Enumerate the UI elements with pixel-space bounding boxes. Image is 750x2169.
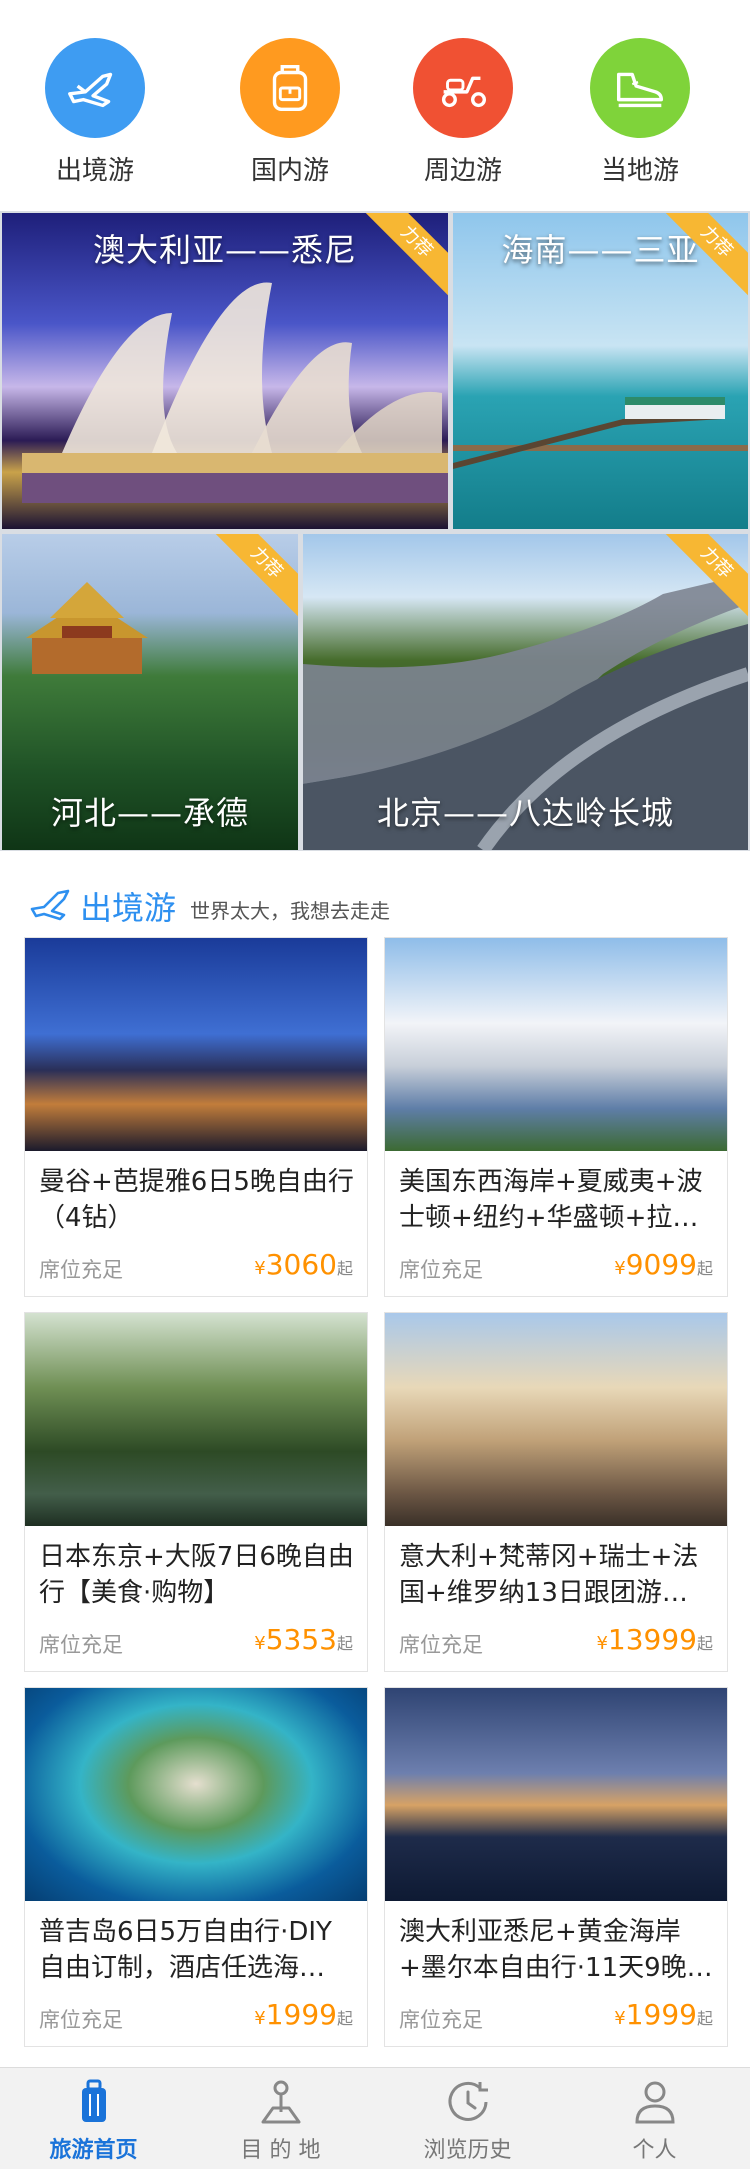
- availability-text: 席位充足: [39, 2008, 123, 2032]
- category-bar: 出境游 国内游 周边游 当地游: [0, 0, 750, 210]
- tab-label: 个人: [632, 2138, 677, 2163]
- featured-tile-sanya[interactable]: 海南——三亚 力荐: [453, 213, 748, 529]
- product-card[interactable]: 日本东京+大阪7日6晚自由行【美食·购物】 席位充足 ¥5353起: [24, 1312, 368, 1672]
- tab-label: 旅游首页: [49, 2138, 138, 2163]
- tab-profile[interactable]: 个人: [561, 2076, 748, 2164]
- featured-title: 北京——八达岭长城: [376, 794, 674, 832]
- user-icon: [634, 2081, 675, 2124]
- backpack-icon: [240, 38, 340, 138]
- bottom-tab-bar: 旅游首页 目 的 地 浏览历史 个人: [0, 2067, 750, 2169]
- category-label: 出境游: [55, 156, 134, 186]
- product-title: 日本东京+大阪7日6晚自由行【美食·购物】: [39, 1542, 354, 1608]
- product-card[interactable]: 普吉岛6日5万自由行·DIY自由订制，酒店任选海… 席位充足 ¥1999起: [24, 1687, 368, 2047]
- price-tag: ¥1999起: [614, 1998, 713, 2031]
- price-tag: ¥13999起: [596, 1623, 713, 1656]
- plane-icon: [30, 889, 70, 921]
- scooter-icon: [413, 38, 513, 138]
- product-title: 澳大利亚悉尼+黄金海岸+墨尔本自由行·11天9晚…: [399, 1917, 713, 1983]
- history-clock-icon: [448, 2081, 488, 2121]
- tab-label: 目 的 地: [240, 2138, 321, 2163]
- product-image: [25, 938, 367, 1151]
- product-image: [25, 1688, 367, 1901]
- availability-text: 席位充足: [39, 1633, 123, 1657]
- category-nearby[interactable]: 周边游: [398, 38, 528, 187]
- product-image: [385, 938, 727, 1151]
- product-card[interactable]: 曼谷+芭提雅6日5晚自由行（4钻） 席位充足 ¥3060起: [24, 937, 368, 1297]
- suitcase-icon: [81, 2079, 106, 2122]
- price-tag: ¥9099起: [614, 1248, 713, 1281]
- product-card[interactable]: 意大利+梵蒂冈+瑞士+法国+维罗纳13日跟团游… 席位充足 ¥13999起: [384, 1312, 728, 1672]
- featured-tile-sydney[interactable]: 澳大利亚——悉尼 力荐: [2, 213, 448, 529]
- featured-title: 河北——承德: [50, 794, 249, 832]
- product-image: [385, 1313, 727, 1526]
- category-label: 国内游: [250, 156, 329, 186]
- section-header: 出境游 世界太大，我想去走走: [0, 875, 750, 935]
- tab-history[interactable]: 浏览历史: [374, 2076, 561, 2164]
- availability-text: 席位充足: [39, 1258, 123, 1282]
- location-pin-icon: [261, 2080, 300, 2124]
- featured-tile-chengde[interactable]: 河北——承德 力荐: [2, 534, 298, 850]
- product-image: [385, 1688, 727, 1901]
- featured-tile-great-wall[interactable]: 北京——八达岭长城 力荐: [303, 534, 748, 850]
- price-tag: ¥5353起: [254, 1623, 353, 1656]
- category-label: 当地游: [600, 156, 679, 186]
- product-title: 美国东西海岸+夏威夷+波士顿+纽约+华盛顿+拉…: [399, 1167, 703, 1233]
- product-card[interactable]: 美国东西海岸+夏威夷+波士顿+纽约+华盛顿+拉… 席位充足 ¥9099起: [384, 937, 728, 1297]
- tab-destination[interactable]: 目 的 地: [187, 2076, 374, 2164]
- category-domestic[interactable]: 国内游: [225, 38, 355, 187]
- category-label: 周边游: [423, 156, 502, 186]
- availability-text: 席位充足: [399, 1258, 483, 1282]
- price-tag: ¥3060起: [254, 1248, 353, 1281]
- section-slogan: 世界太大，我想去走走: [190, 899, 390, 923]
- price-tag: ¥1999起: [254, 1998, 353, 2031]
- plane-icon: [45, 38, 145, 138]
- availability-text: 席位充足: [399, 2008, 483, 2032]
- category-local[interactable]: 当地游: [575, 38, 705, 187]
- product-title: 曼谷+芭提雅6日5晚自由行（4钻）: [39, 1167, 354, 1233]
- tab-home[interactable]: 旅游首页: [0, 2076, 187, 2164]
- featured-title: 澳大利亚——悉尼: [92, 231, 357, 269]
- product-title: 普吉岛6日5万自由行·DIY自由订制，酒店任选海…: [39, 1917, 332, 1983]
- product-title: 意大利+梵蒂冈+瑞士+法国+维罗纳13日跟团游…: [399, 1542, 699, 1608]
- featured-grid: 澳大利亚——悉尼 力荐 海南——三亚 力荐 河北——承德 力荐 北京——八达岭长…: [0, 211, 750, 851]
- product-image: [25, 1313, 367, 1526]
- sneaker-icon: [590, 38, 690, 138]
- tab-label: 浏览历史: [423, 2138, 512, 2163]
- section-title: 出境游: [80, 889, 177, 927]
- product-card[interactable]: 澳大利亚悉尼+黄金海岸+墨尔本自由行·11天9晚… 席位充足 ¥1999起: [384, 1687, 728, 2047]
- availability-text: 席位充足: [399, 1633, 483, 1657]
- category-outbound[interactable]: 出境游: [30, 38, 160, 187]
